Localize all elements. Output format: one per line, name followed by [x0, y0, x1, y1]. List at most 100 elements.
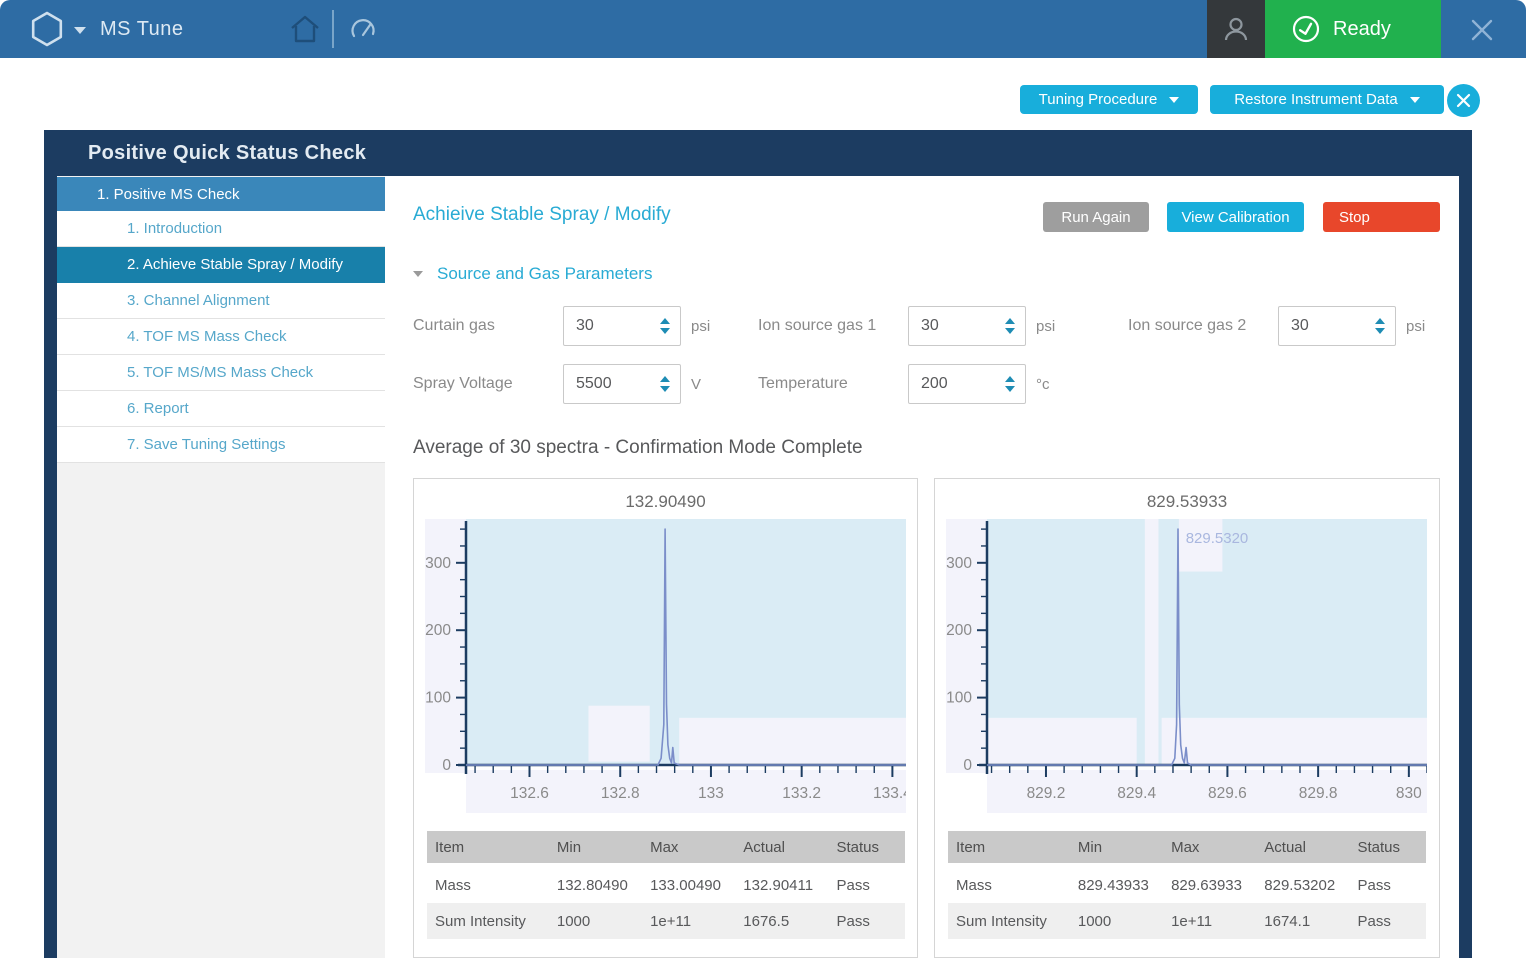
- collapse-caret-icon: [413, 271, 423, 277]
- row-value: 829.53202: [1256, 877, 1349, 894]
- stepper-down-icon[interactable]: [1005, 386, 1015, 392]
- ion-source-gas-1-unit: psi: [1036, 318, 1055, 335]
- curtain-gas-unit: psi: [691, 318, 710, 335]
- curtain-gas-input[interactable]: 30: [563, 306, 681, 346]
- ion-source-gas-2-input[interactable]: 30: [1278, 306, 1396, 346]
- row-value: 132.80490: [549, 877, 642, 894]
- sidebar-item-1[interactable]: 1. Introduction: [57, 211, 385, 247]
- user-icon: [1221, 14, 1251, 44]
- source-gas-parameters-header[interactable]: Source and Gas Parameters: [413, 264, 652, 284]
- restore-instrument-data-button[interactable]: Restore Instrument Data: [1210, 85, 1444, 114]
- svg-text:829.4: 829.4: [1117, 785, 1156, 802]
- row-value: 1676.5: [735, 913, 828, 930]
- column-header-min: Min: [1070, 839, 1163, 856]
- home-icon[interactable]: [288, 13, 322, 50]
- stepper-up-icon[interactable]: [660, 376, 670, 382]
- dismiss-procedure-button[interactable]: [1447, 84, 1480, 117]
- svg-text:133.2: 133.2: [782, 785, 821, 802]
- row-value: 829.63933: [1163, 877, 1256, 894]
- field-row-0: Curtain gas30psiIon source gas 130psiIon…: [413, 306, 1433, 346]
- gauge-icon[interactable]: [349, 16, 377, 47]
- svg-text:300: 300: [425, 555, 451, 572]
- row-value: Pass: [828, 913, 904, 930]
- spectrum-panel-left: 132.90490132.6132.8133133.2133.401002003…: [413, 478, 918, 958]
- column-header-item: Item: [427, 839, 549, 856]
- svg-text:829.2: 829.2: [1027, 785, 1066, 802]
- caret-down-icon: [1169, 97, 1179, 103]
- svg-text:100: 100: [946, 690, 972, 707]
- restore-label: Restore Instrument Data: [1234, 91, 1397, 108]
- sidebar-item-2[interactable]: 2. Achieve Stable Spray / Modify: [57, 247, 385, 283]
- ion-source-gas-2-label: Ion source gas 2: [1128, 317, 1278, 335]
- result-table-header: ItemMinMaxActualStatus: [948, 831, 1426, 863]
- app-title: MS Tune: [100, 0, 184, 58]
- svg-text:200: 200: [946, 622, 972, 639]
- row-value: 1e+11: [1163, 913, 1256, 930]
- row-value: 1000: [1070, 913, 1163, 930]
- topbar-divider: [332, 10, 334, 48]
- stepper-down-icon[interactable]: [660, 386, 670, 392]
- row-item-label: Mass: [948, 877, 1070, 894]
- svg-text:200: 200: [425, 622, 451, 639]
- row-value: 1e+11: [642, 913, 735, 930]
- status-text: Ready: [1333, 18, 1391, 41]
- ion-source-gas-2-unit: psi: [1406, 318, 1425, 335]
- stepper-up-icon[interactable]: [1005, 376, 1015, 382]
- window-close-icon[interactable]: [1469, 17, 1495, 48]
- sidebar-item-3[interactable]: 3. Channel Alignment: [57, 283, 385, 319]
- field-ion-source-gas-2: Ion source gas 230 psi: [1128, 306, 1425, 346]
- positive-quick-status-check-panel: Positive Quick Status Check 1. Positive …: [44, 130, 1472, 958]
- stop-button[interactable]: Stop: [1323, 202, 1440, 232]
- column-header-item: Item: [948, 839, 1070, 856]
- sidebar-item-6[interactable]: 6. Report: [57, 391, 385, 427]
- column-header-actual: Actual: [735, 839, 828, 856]
- logo-dropdown-caret-icon[interactable]: [74, 27, 86, 34]
- stepper-down-icon[interactable]: [1375, 328, 1385, 334]
- sidebar-item-5[interactable]: 5. TOF MS/MS Mass Check: [57, 355, 385, 391]
- section-title: Source and Gas Parameters: [437, 264, 652, 284]
- svg-text:829.6: 829.6: [1208, 785, 1247, 802]
- field-spray-voltage: Spray Voltage5500V: [413, 364, 701, 404]
- sidebar-items: 1. Introduction2. Achieve Stable Spray /…: [57, 211, 385, 463]
- stepper-down-icon[interactable]: [1005, 328, 1015, 334]
- temperature-input[interactable]: 200: [908, 364, 1026, 404]
- sidebar-item-positive-ms-check[interactable]: 1. Positive MS Check: [57, 177, 385, 211]
- spectra-status-title: Average of 30 spectra - Confirmation Mod…: [413, 437, 863, 459]
- table-row: Sum Intensity10001e+111674.1Pass: [948, 903, 1426, 939]
- top-bar: MS Tune Ready: [0, 0, 1526, 58]
- step-heading: Achieive Stable Spray / Modify: [413, 204, 671, 226]
- column-header-status: Status: [828, 839, 904, 856]
- stepper-up-icon[interactable]: [660, 318, 670, 324]
- svg-text:100: 100: [425, 690, 451, 707]
- stepper-up-icon[interactable]: [1375, 318, 1385, 324]
- chart-title: 829.53933: [935, 492, 1439, 512]
- step-content: Achieive Stable Spray / Modify Run Again…: [385, 176, 1459, 958]
- user-account-button[interactable]: [1207, 0, 1265, 58]
- ion-source-gas-1-label: Ion source gas 1: [758, 317, 908, 335]
- ion-source-gas-1-input[interactable]: 30: [908, 306, 1026, 346]
- tuning-procedure-button[interactable]: Tuning Procedure: [1020, 85, 1198, 114]
- panel-body: 1. Positive MS Check 1. Introduction2. A…: [57, 176, 1459, 958]
- run-again-button[interactable]: Run Again: [1043, 202, 1149, 232]
- app-logo-hexagon-icon[interactable]: [28, 10, 66, 53]
- curtain-gas-label: Curtain gas: [413, 317, 563, 335]
- chart-title: 132.90490: [414, 492, 917, 512]
- spectrum-chart-plot[interactable]: 829.5320829.2829.4829.6829.8830010020030…: [946, 519, 1427, 813]
- row-value: 1674.1: [1256, 913, 1349, 930]
- view-calibration-button[interactable]: View Calibration: [1167, 202, 1304, 232]
- stepper-down-icon[interactable]: [660, 328, 670, 334]
- tuning-procedure-label: Tuning Procedure: [1039, 91, 1158, 108]
- spray-voltage-input[interactable]: 5500: [563, 364, 681, 404]
- spectrum-panel-right: 829.53933829.5320829.2829.4829.6829.8830…: [934, 478, 1440, 958]
- row-value: 829.43933: [1070, 877, 1163, 894]
- peak-mass-annotation: 829.5320: [1186, 530, 1249, 547]
- spectrum-chart-plot[interactable]: 132.6132.8133133.2133.40100200300: [425, 519, 906, 813]
- column-header-status: Status: [1349, 839, 1425, 856]
- row-item-label: Mass: [427, 877, 549, 894]
- spray-voltage-stepper: [660, 376, 670, 392]
- stepper-up-icon[interactable]: [1005, 318, 1015, 324]
- sidebar-item-4[interactable]: 4. TOF MS Mass Check: [57, 319, 385, 355]
- result-table: ItemMinMaxActualStatus Mass829.43933829.6…: [948, 831, 1426, 939]
- temperature-unit: °c: [1036, 376, 1050, 393]
- sidebar-item-7[interactable]: 7. Save Tuning Settings: [57, 427, 385, 463]
